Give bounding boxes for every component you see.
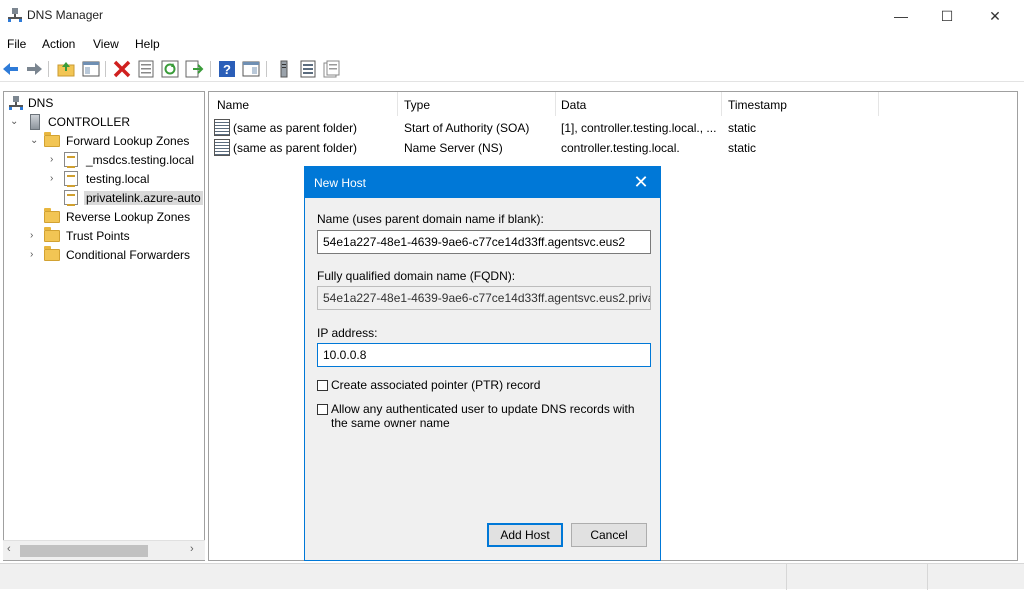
tree-label: Forward Lookup Zones bbox=[66, 134, 190, 148]
zone-icon bbox=[64, 190, 78, 206]
chevron-right-icon[interactable]: › bbox=[30, 249, 40, 260]
status-divider bbox=[786, 564, 787, 590]
ptr-record-label: Create associated pointer (PTR) record bbox=[331, 378, 541, 392]
scroll-right-icon[interactable]: › bbox=[190, 543, 194, 555]
dialog-title-bar[interactable]: New Host ✕ bbox=[305, 167, 660, 198]
row-timestamp: static bbox=[728, 141, 757, 155]
menu-bar: File Action View Help bbox=[0, 34, 1024, 54]
add-host-button[interactable]: Add Host bbox=[487, 523, 563, 547]
dialog-close-icon[interactable]: ✕ bbox=[628, 169, 654, 195]
chevron-right-icon[interactable]: › bbox=[50, 173, 60, 184]
folder-icon bbox=[44, 246, 60, 261]
column-divider[interactable] bbox=[397, 92, 398, 116]
row-data: [1], controller.testing.local., ... bbox=[561, 121, 717, 135]
menu-file[interactable]: File bbox=[7, 37, 26, 51]
column-divider[interactable] bbox=[721, 92, 722, 116]
dialog-title: New Host bbox=[314, 176, 367, 190]
list-view-icon[interactable] bbox=[298, 59, 318, 79]
column-divider[interactable] bbox=[555, 92, 556, 116]
allow-auth-update-label: Allow any authenticated user to update D… bbox=[331, 402, 635, 430]
console-tree[interactable]: DNS ⌄ CONTROLLER ⌄ Forward Lookup Zones … bbox=[3, 91, 205, 561]
name-label: Name (uses parent domain name if blank): bbox=[317, 212, 544, 226]
zone-icon bbox=[64, 171, 78, 187]
record-icon bbox=[214, 119, 230, 136]
tree-label: Reverse Lookup Zones bbox=[66, 210, 191, 224]
chevron-down-icon[interactable]: ⌄ bbox=[30, 135, 40, 146]
ptr-record-checkbox[interactable] bbox=[317, 380, 328, 391]
tree-label: DNS bbox=[28, 96, 54, 110]
folder-icon bbox=[44, 227, 60, 242]
forward-arrow-icon[interactable] bbox=[24, 59, 44, 79]
table-row[interactable]: (same as parent folder) Name Server (NS)… bbox=[209, 138, 1017, 158]
allow-auth-update-checkbox[interactable] bbox=[317, 404, 328, 415]
tree-label: testing.local bbox=[86, 172, 150, 186]
server-icon[interactable] bbox=[274, 59, 294, 79]
tree-label: Conditional Forwarders bbox=[66, 248, 191, 262]
column-divider[interactable] bbox=[878, 92, 879, 116]
dns-icon bbox=[9, 96, 23, 110]
menu-help[interactable]: Help bbox=[135, 37, 160, 51]
ip-address-input[interactable]: 10.0.0.8 bbox=[317, 343, 651, 367]
server-icon bbox=[30, 114, 40, 130]
record-icon bbox=[214, 139, 230, 156]
list-header: Name Type Data Timestamp bbox=[209, 92, 1017, 116]
toolbar-separator bbox=[105, 61, 106, 77]
status-divider bbox=[927, 564, 928, 590]
tree-label: privatelink.azure-auto bbox=[84, 191, 203, 205]
toolbar-separator bbox=[48, 61, 49, 77]
tree-label: Trust Points bbox=[66, 229, 130, 243]
fqdn-field: 54e1a227-48e1-4639-9ae6-c77ce14d33ff.age… bbox=[317, 286, 651, 310]
column-header-data[interactable]: Data bbox=[561, 98, 586, 112]
menu-view[interactable]: View bbox=[93, 37, 119, 51]
toolbar: ? bbox=[0, 56, 1024, 82]
toolbar-separator bbox=[210, 61, 211, 77]
column-header-timestamp[interactable]: Timestamp bbox=[728, 98, 787, 112]
svg-text:?: ? bbox=[223, 62, 231, 77]
cancel-button[interactable]: Cancel bbox=[571, 523, 647, 547]
folder-icon bbox=[44, 132, 60, 147]
refresh-icon[interactable] bbox=[160, 59, 180, 79]
folder-icon bbox=[44, 208, 60, 223]
row-data: controller.testing.local. bbox=[561, 141, 680, 155]
menu-action[interactable]: Action bbox=[42, 37, 75, 51]
back-arrow-icon[interactable] bbox=[1, 59, 21, 79]
fqdn-label: Fully qualified domain name (FQDN): bbox=[317, 269, 516, 283]
zone-icon bbox=[64, 152, 78, 168]
up-folder-icon[interactable] bbox=[56, 59, 76, 79]
row-type: Start of Authority (SOA) bbox=[404, 121, 530, 135]
ip-address-label: IP address: bbox=[317, 326, 378, 340]
help-icon[interactable]: ? bbox=[217, 59, 237, 79]
minimize-button[interactable]: — bbox=[878, 0, 924, 32]
properties-icon[interactable] bbox=[136, 59, 156, 79]
maximize-button[interactable]: ☐ bbox=[924, 0, 970, 32]
export-list-icon[interactable] bbox=[184, 59, 204, 79]
row-timestamp: static bbox=[728, 121, 757, 135]
new-host-dialog: New Host ✕ Name (uses parent domain name… bbox=[304, 166, 661, 561]
delete-icon[interactable] bbox=[112, 59, 132, 79]
scrollbar-thumb[interactable] bbox=[20, 545, 148, 557]
tree-label: CONTROLLER bbox=[48, 115, 131, 129]
row-type: Name Server (NS) bbox=[404, 141, 503, 155]
scroll-left-icon[interactable]: ‹ bbox=[7, 543, 11, 555]
dns-manager-icon bbox=[8, 8, 22, 22]
chevron-right-icon[interactable]: › bbox=[30, 230, 40, 241]
chevron-down-icon[interactable]: ⌄ bbox=[10, 116, 20, 127]
details-view-icon[interactable] bbox=[321, 59, 341, 79]
tree-label: _msdcs.testing.local bbox=[86, 153, 195, 167]
title-bar: DNS Manager — ☐ ✕ bbox=[0, 0, 1024, 32]
show-hide-console-tree-icon[interactable] bbox=[81, 59, 101, 79]
tree-horizontal-scrollbar[interactable]: ‹ › bbox=[3, 540, 205, 560]
table-row[interactable]: (same as parent folder) Start of Authori… bbox=[209, 118, 1017, 138]
column-header-type[interactable]: Type bbox=[404, 98, 430, 112]
window-title: DNS Manager bbox=[27, 8, 104, 22]
show-action-pane-icon[interactable] bbox=[241, 59, 261, 79]
close-button[interactable]: ✕ bbox=[972, 0, 1018, 32]
toolbar-separator bbox=[266, 61, 267, 77]
status-bar bbox=[0, 563, 1024, 590]
row-name: (same as parent folder) bbox=[233, 121, 358, 135]
chevron-right-icon[interactable]: › bbox=[50, 154, 60, 165]
row-name: (same as parent folder) bbox=[233, 141, 358, 155]
host-name-input[interactable]: 54e1a227-48e1-4639-9ae6-c77ce14d33ff.age… bbox=[317, 230, 651, 254]
column-header-name[interactable]: Name bbox=[217, 98, 249, 112]
